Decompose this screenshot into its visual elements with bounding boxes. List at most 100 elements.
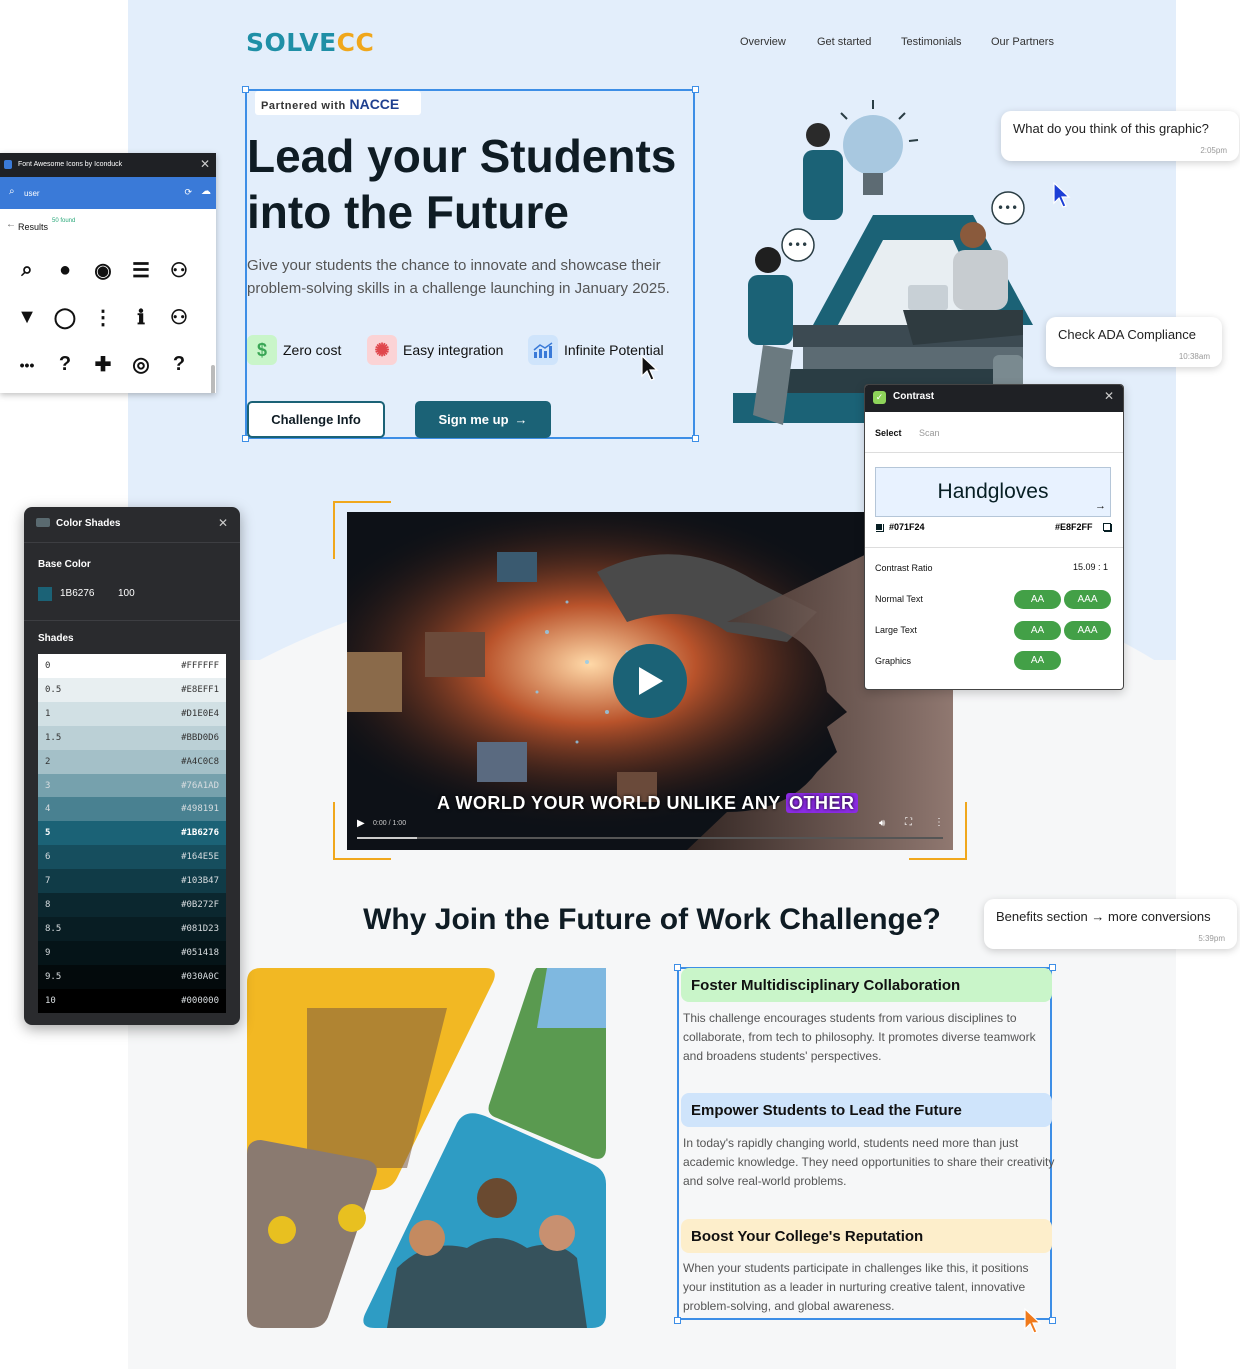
play-icon bbox=[639, 667, 663, 695]
info-circle-icon[interactable]: ℹ bbox=[122, 294, 160, 341]
shade-row[interactable]: 8 #0B272F bbox=[38, 893, 226, 917]
volume-icon[interactable]: 🔊︎ bbox=[879, 818, 885, 829]
shade-key: 3 bbox=[45, 780, 51, 791]
panel-title: Contrast bbox=[893, 391, 935, 402]
video-player[interactable]: A WORLD YOUR WORLD UNLIKE ANY OTHER ▶ 0:… bbox=[347, 512, 953, 850]
shade-row[interactable]: 6 #164E5E bbox=[38, 845, 226, 870]
caret-down-icon[interactable]: ▼ bbox=[8, 294, 46, 341]
benefit-text-empower: In today's rapidly changing world, stude… bbox=[683, 1136, 1055, 1188]
video-progress-bar[interactable] bbox=[357, 837, 943, 839]
resize-handle[interactable] bbox=[1049, 1317, 1056, 1324]
scrollbar[interactable] bbox=[211, 365, 215, 393]
solvecc-logo[interactable]: SOLVECC bbox=[246, 28, 374, 57]
back-arrow-icon[interactable]: ← bbox=[6, 219, 16, 230]
users-icon[interactable]: ⚇ bbox=[160, 247, 198, 294]
resize-handle[interactable] bbox=[674, 964, 681, 971]
resize-handle[interactable] bbox=[674, 1317, 681, 1324]
close-icon[interactable]: ✕ bbox=[218, 516, 228, 530]
resize-handle[interactable] bbox=[692, 435, 699, 442]
comment-bubble[interactable]: Benefits section → more conversions 5:39… bbox=[984, 899, 1237, 949]
resize-handle[interactable] bbox=[692, 86, 699, 93]
shade-row[interactable]: 3 #76A1AD bbox=[38, 773, 226, 798]
user-icon[interactable]: ● bbox=[46, 247, 84, 294]
font-awesome-panel: Font Awesome Icons by Iconduck ✕ ⌕ user … bbox=[0, 153, 216, 393]
question-icon[interactable]: ? bbox=[160, 341, 198, 388]
ellipsis-icon[interactable]: ••• bbox=[8, 341, 46, 388]
shade-row[interactable]: 0.5 #E8EFF1 bbox=[38, 677, 226, 702]
shade-row[interactable]: 2 #A4C0C8 bbox=[38, 749, 226, 774]
nav-our-partners[interactable]: Our Partners bbox=[991, 36, 1054, 48]
ellipsis-vertical-icon[interactable]: ⋮ bbox=[84, 294, 122, 341]
base-color-swatch[interactable] bbox=[38, 587, 52, 601]
tab-scan[interactable]: Scan bbox=[919, 428, 940, 438]
shade-row[interactable]: 0 #FFFFFF bbox=[38, 654, 226, 678]
bars-icon[interactable]: ☰ bbox=[122, 247, 160, 294]
comment-bubble[interactable]: Check ADA Compliance 10:38am bbox=[1046, 317, 1222, 367]
shade-row[interactable]: 9.5 #030A0C bbox=[38, 964, 226, 989]
user-circle-icon[interactable]: ◉ bbox=[84, 247, 122, 294]
shade-row[interactable]: 4 #498191 bbox=[38, 797, 226, 822]
nacce-logo: NACCE bbox=[349, 96, 400, 112]
shade-row[interactable]: 1 #D1E0E4 bbox=[38, 701, 226, 726]
user-outline-icon[interactable]: ◯ bbox=[46, 294, 84, 341]
foreground-swatch[interactable] bbox=[875, 523, 883, 531]
panel-title: Font Awesome Icons by Iconduck bbox=[18, 161, 123, 168]
fullscreen-icon[interactable]: ⛶ bbox=[905, 817, 912, 828]
large-text-label: Large Text bbox=[875, 625, 917, 635]
user-friends-icon[interactable]: ⚇ bbox=[160, 294, 198, 341]
nav-get-started[interactable]: Get started bbox=[817, 36, 871, 48]
cloud-icon[interactable]: ☁ bbox=[201, 186, 211, 197]
large-aa-badge: AA bbox=[1014, 621, 1061, 640]
search-icon: ⌕ bbox=[9, 186, 15, 197]
shade-row[interactable]: 1.5 #BBD0D6 bbox=[38, 725, 226, 750]
user-plus-icon[interactable]: ✚ bbox=[84, 341, 122, 388]
chart-up-icon bbox=[528, 335, 558, 365]
resize-handle[interactable] bbox=[242, 86, 249, 93]
base-color-value[interactable]: 100 bbox=[118, 588, 135, 599]
icon-search-input[interactable]: ⌕ user ⟳ ☁ bbox=[0, 177, 216, 209]
feature-easy-integration: ✺ Easy integration bbox=[367, 334, 503, 366]
shade-row[interactable]: 9 #051418 bbox=[38, 940, 226, 965]
comment-time: 10:38am bbox=[1178, 352, 1210, 361]
benefit-heading-collaboration: Foster Multidisciplinary Collaboration bbox=[681, 968, 1052, 1002]
video-caption: A WORLD YOUR WORLD UNLIKE ANY OTHER bbox=[437, 793, 858, 814]
challenge-info-button[interactable]: Challenge Info bbox=[247, 401, 385, 438]
shade-key: 9.5 bbox=[45, 971, 62, 982]
shade-key: 8.5 bbox=[45, 923, 62, 934]
shade-row[interactable]: 7 #103B47 bbox=[38, 869, 226, 894]
more-options-icon[interactable]: ⋮ bbox=[934, 817, 944, 828]
question-circle-icon[interactable]: ? bbox=[46, 341, 84, 388]
play-button[interactable] bbox=[613, 644, 687, 718]
shade-row[interactable]: 10 #000000 bbox=[38, 988, 226, 1013]
shade-hex: #76A1AD bbox=[181, 780, 219, 791]
normal-aaa-badge: AAA bbox=[1064, 590, 1111, 609]
sign-me-up-button[interactable]: Sign me up → bbox=[415, 401, 551, 438]
background-swatch[interactable] bbox=[1103, 523, 1111, 531]
tab-select[interactable]: Select bbox=[875, 428, 902, 438]
nav-overview[interactable]: Overview bbox=[740, 36, 786, 48]
video-play-small-icon[interactable]: ▶ bbox=[357, 818, 365, 829]
foreground-hex[interactable]: #071F24 bbox=[889, 522, 925, 532]
comment-bubble[interactable]: What do you think of this graphic? 2:05p… bbox=[1001, 111, 1239, 161]
shade-hex: #A4C0C8 bbox=[181, 756, 219, 767]
shade-row[interactable]: 5 #1B6276 bbox=[38, 821, 226, 846]
panel-title: Color Shades bbox=[56, 518, 121, 529]
refresh-icon[interactable]: ⟳ bbox=[184, 187, 192, 198]
background-hex[interactable]: #E8F2FF bbox=[1055, 522, 1093, 532]
shade-key: 9 bbox=[45, 947, 51, 958]
shade-key: 8 bbox=[45, 900, 51, 910]
mouse-cursor-icon bbox=[641, 355, 659, 381]
video-time: 0:00 / 1:00 bbox=[373, 820, 407, 827]
shade-row[interactable]: 8.5 #081D23 bbox=[38, 916, 226, 941]
search-icon[interactable]: ⌕ bbox=[8, 247, 46, 294]
dollar-icon: $ bbox=[247, 335, 277, 365]
close-icon[interactable]: ✕ bbox=[1104, 389, 1114, 403]
base-color-hex[interactable]: 1B6276 bbox=[60, 588, 94, 599]
nav-testimonials[interactable]: Testimonials bbox=[901, 36, 962, 48]
divider bbox=[24, 620, 240, 621]
user-circle-outline-icon[interactable]: ◎ bbox=[122, 341, 160, 388]
swap-arrow-icon[interactable]: → bbox=[1095, 500, 1106, 512]
shade-hex: #1B6276 bbox=[181, 828, 219, 839]
results-header: ← Results 50 found bbox=[6, 218, 76, 232]
close-icon[interactable]: ✕ bbox=[200, 157, 210, 171]
